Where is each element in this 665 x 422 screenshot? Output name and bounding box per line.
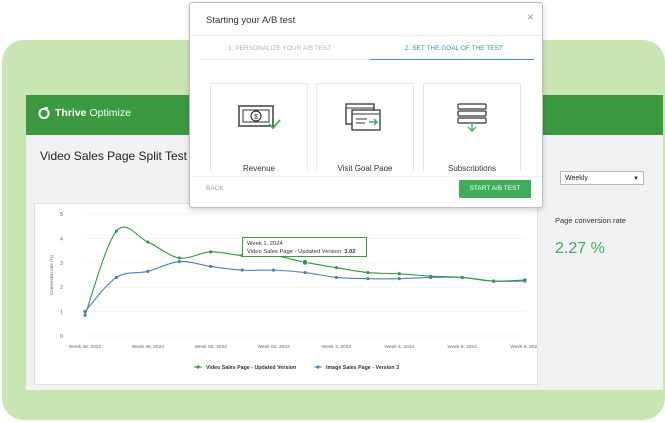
conversion-chart: 0 1 2 3 4 5 Conversion rate (%) Week 46, 2023 We… [49,212,540,371]
x-tick-label: Week 50, 2023 [195,344,228,350]
y-tick-label: 2 [60,285,63,291]
x-tick-label: Week 2, 2024 [322,344,352,350]
legend-label: Video Sales Page - Updated Version [206,365,296,371]
data-point [146,269,150,273]
data-point [114,229,119,233]
modal-divider [190,35,542,36]
tooltip-value: 3.02 [344,249,356,255]
modal-footer-divider [190,176,542,177]
page-title: Video Sales Page Split Test [40,149,187,163]
data-point [240,268,244,272]
data-point [209,250,213,254]
data-point [177,256,181,260]
y-tick-label: 0 [60,334,63,340]
start-ab-test-button[interactable]: START A/B TEST [459,180,531,198]
data-point [397,277,401,281]
conversion-rate-label: Page conversion rate [555,216,626,225]
x-tick-label: Week 48, 2023 [132,344,165,350]
x-tick-label: Week 8, 2024 [510,344,537,350]
close-icon[interactable]: × [527,10,534,24]
data-point [271,268,276,272]
data-point [83,313,87,317]
data-point [397,272,401,276]
data-point [491,279,496,283]
product-name: Optimize [89,107,131,119]
data-point [366,270,370,275]
data-point [209,264,213,269]
y-tick-label: 1 [60,310,63,316]
goal-revenue[interactable]: $ Revenue [210,83,308,181]
back-button[interactable]: BACK [206,185,224,192]
modal-title: Starting your A/B test [206,15,296,26]
step-track [200,59,370,60]
ab-test-modal: Starting your A/B test × 1. PERSONALIZE … [189,2,543,208]
tooltip-date: Week 1, 2024 [247,241,283,247]
tooltip-row: Video Sales Page - Updated Version: 3.02 [247,248,362,256]
data-point [523,278,527,282]
chevron-down-icon: ▼ [633,176,639,182]
step-personalize[interactable]: 1. PERSONALIZE YOUR A/B TEST [228,45,331,52]
data-point [303,270,307,275]
svg-text:$: $ [254,114,258,121]
step-set-goal[interactable]: 2. SET THE GOAL OF THE TEST [405,45,503,52]
data-point [429,274,433,278]
goal-visit-page[interactable]: Visit Goal Page [316,83,414,181]
x-tick-label: Week 4, 2024 [385,344,415,350]
subscription-list-icon [457,103,487,132]
y-tick-label: 4 [60,236,63,242]
chart-card: 0 1 2 3 4 5 Conversion rate (%) Week 46, 2023 We… [34,203,540,385]
data-point [460,275,464,280]
conversion-rate-value: 2.27 % [555,240,605,257]
tooltip-series: Video Sales Page - Updated Version: [247,249,343,255]
x-tick-label: Week 6, 2024 [447,344,477,350]
series-line [84,260,526,312]
active-step-indicator [370,59,534,60]
data-point [114,275,119,280]
legend-marker [316,365,320,369]
goal-subscriptions[interactable]: Subscriptions [423,83,521,181]
y-axis-label: Conversion rate (%) [49,254,54,295]
thrive-leaf-icon [38,107,50,119]
period-select[interactable]: Weekly ▼ [560,171,644,185]
browser-window-arrow-icon [345,103,381,131]
y-tick-label: 3 [60,261,63,267]
data-point [334,266,339,270]
period-select-value: Weekly [565,175,588,182]
brand-name: Thrive [55,107,87,119]
y-tick-label: 5 [60,212,63,218]
legend-label: Image Sales Page - Version 3 [326,365,399,371]
x-tick-label: Week 52, 2023 [257,344,290,350]
data-point [177,259,181,264]
chart-tooltip: Week 1, 2024 Video Sales Page - Updated … [242,237,367,257]
legend-marker [196,365,200,369]
highlighted-point [301,259,309,266]
data-point [366,277,370,281]
money-check-icon: $ [238,105,281,130]
thrive-optimize-logo: Thrive Optimize [38,107,131,119]
data-point [334,275,339,280]
x-tick-label: Week 46, 2023 [69,344,102,350]
data-point [146,240,150,244]
